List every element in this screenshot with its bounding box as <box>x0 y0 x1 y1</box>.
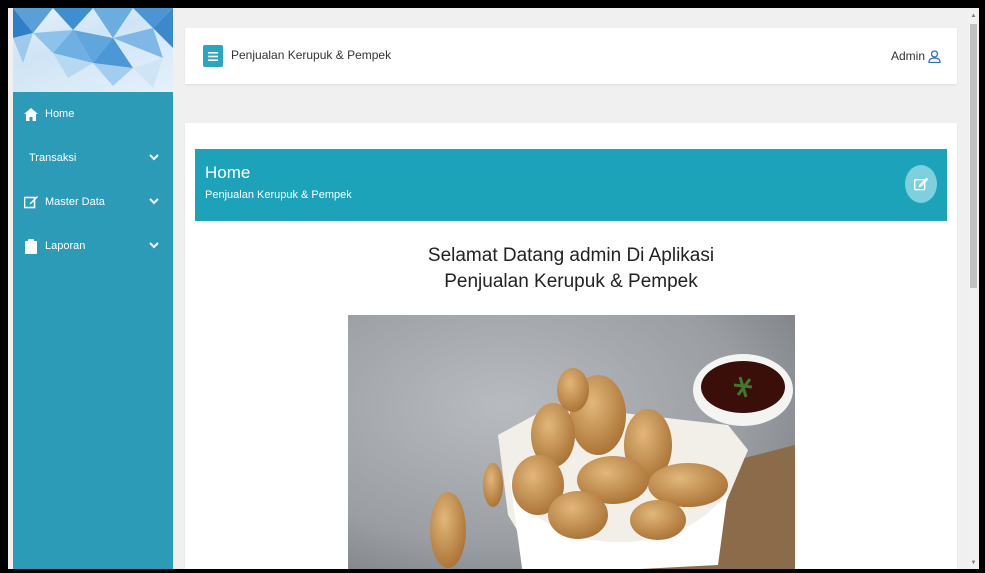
sidebar-item-label: Transaksi <box>29 152 77 164</box>
sidebar-item-master-data[interactable]: Master Data <box>13 180 173 224</box>
sidebar-logo <box>13 8 173 92</box>
app-title: Penjualan Kerupuk & Pempek <box>231 48 392 62</box>
sidebar-item-transaksi[interactable]: Transaksi <box>13 136 173 180</box>
user-label: Admin <box>890 49 925 63</box>
page-subtitle: Penjualan Kerupuk & Pempek <box>205 189 352 201</box>
clipboard-icon <box>23 238 39 254</box>
chevron-down-icon <box>149 196 161 208</box>
welcome-line-1: Selamat Datang admin Di Aplikasi <box>427 245 715 266</box>
menu-toggle-button[interactable] <box>203 45 223 67</box>
chevron-down-icon <box>149 152 161 164</box>
sidebar-item-label: Master Data <box>45 196 105 208</box>
welcome-message: Selamat Datang admin Di Aplikasi Penjual… <box>185 243 957 295</box>
top-header: Penjualan Kerupuk & Pempek Admin <box>185 28 957 84</box>
scroll-thumb[interactable] <box>970 24 977 288</box>
sidebar-item-label: Home <box>45 108 75 120</box>
page-banner: Home Penjualan Kerupuk & Pempek <box>195 149 947 221</box>
home-icon <box>23 106 39 122</box>
welcome-line-2: Penjualan Kerupuk & Pempek <box>444 271 698 292</box>
scroll-up-arrow-icon[interactable]: ▲ <box>970 12 977 20</box>
sidebar-item-home[interactable]: Home <box>13 92 173 136</box>
product-image <box>348 315 795 569</box>
page-title: Home <box>205 163 251 182</box>
edit-button[interactable] <box>905 165 937 203</box>
sidebar-item-label: Laporan <box>45 240 86 252</box>
chevron-down-icon <box>149 240 161 252</box>
sidebar-item-laporan[interactable]: Laporan <box>13 224 173 268</box>
sidebar: Home Transaksi Master Data Laporan <box>13 8 173 569</box>
edit-icon <box>23 194 39 210</box>
edit-icon <box>914 177 928 191</box>
user-menu[interactable]: Admin <box>891 49 941 63</box>
app-window: Home Transaksi Master Data Laporan Penju… <box>8 8 979 569</box>
scroll-down-arrow-icon[interactable]: ▼ <box>970 559 977 567</box>
main-card: Home Penjualan Kerupuk & Pempek Selamat … <box>185 123 957 569</box>
hamburger-icon <box>208 51 218 61</box>
user-icon <box>928 49 941 63</box>
page-scrollbar[interactable]: ▲ ▼ <box>968 8 979 569</box>
